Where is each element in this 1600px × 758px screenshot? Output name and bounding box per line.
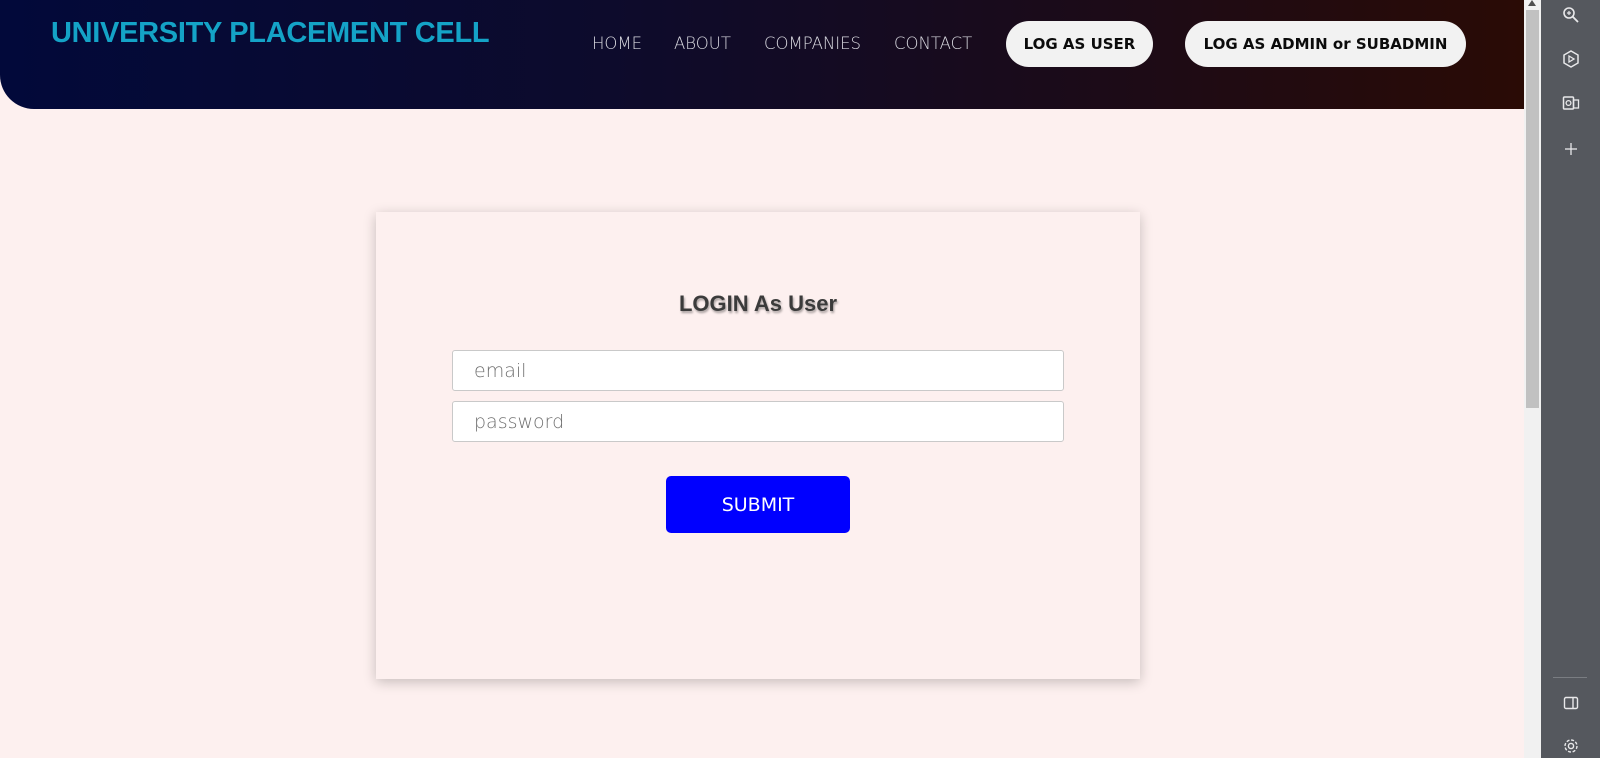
login-card: LOGIN As User SUBMIT xyxy=(376,212,1140,679)
password-field[interactable] xyxy=(452,401,1064,442)
login-title: LOGIN As User xyxy=(678,291,838,316)
search-icon[interactable] xyxy=(1541,0,1600,30)
nav-home[interactable]: HOME xyxy=(592,34,642,53)
outlook-icon[interactable] xyxy=(1541,88,1600,118)
copilot-icon[interactable] xyxy=(1541,44,1600,74)
page-scrollbar[interactable] xyxy=(1524,0,1541,758)
log-as-admin-button[interactable]: LOG AS ADMIN or SUBADMIN xyxy=(1185,21,1466,67)
settings-icon[interactable] xyxy=(1541,731,1600,758)
split-panel-icon[interactable] xyxy=(1541,688,1600,718)
rail-divider xyxy=(1553,677,1587,678)
nav-companies[interactable]: COMPANIES xyxy=(764,34,861,53)
nav-about[interactable]: ABOUT xyxy=(674,34,731,53)
add-icon[interactable] xyxy=(1541,134,1600,164)
nav-contact[interactable]: CONTACT xyxy=(894,34,972,53)
submit-button[interactable]: SUBMIT xyxy=(666,476,850,533)
browser-sidebar xyxy=(1541,0,1600,758)
site-header: UNIVERSITY PLACEMENT CELL HOME ABOUT COM… xyxy=(0,0,1524,109)
email-field[interactable] xyxy=(452,350,1064,391)
scroll-up-icon[interactable] xyxy=(1528,0,1536,6)
brand-title[interactable]: UNIVERSITY PLACEMENT CELL xyxy=(51,17,490,50)
log-as-user-button[interactable]: LOG AS USER xyxy=(1006,21,1153,67)
scroll-thumb[interactable] xyxy=(1526,10,1539,408)
